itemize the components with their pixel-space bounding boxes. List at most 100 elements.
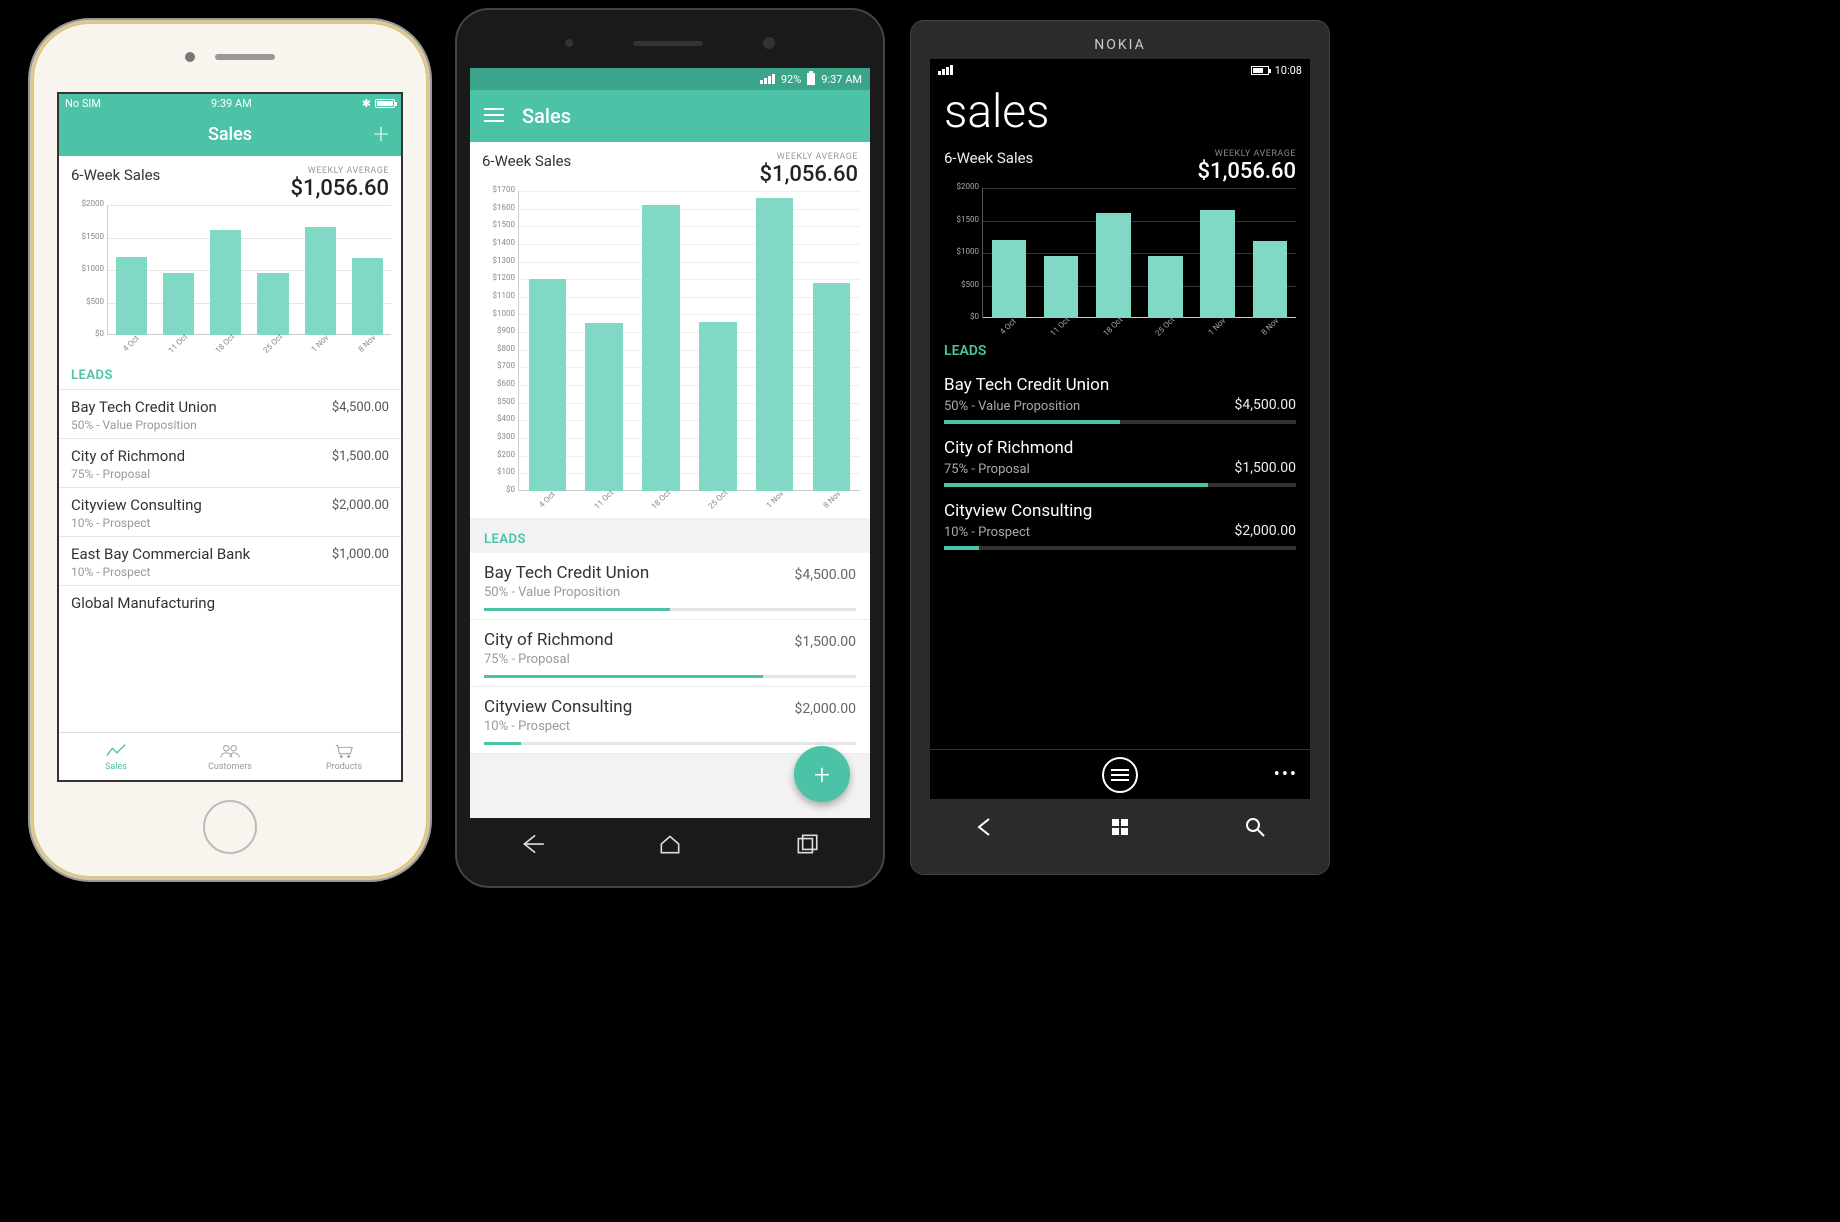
ios-tab-bar: Sales Customers Products	[59, 732, 401, 780]
chart-ytick: $1300	[481, 256, 515, 265]
chart-ytick: $800	[481, 344, 515, 353]
chart-header: 6-Week Sales WEEKLY AVERAGE $1,056.60	[944, 149, 1296, 188]
back-button[interactable]	[520, 831, 546, 861]
lead-amount: $4,500.00	[1234, 397, 1296, 413]
android-nav-bar	[465, 818, 875, 874]
ios-status-bar: No SIM 9:39 AM ✱	[59, 94, 401, 112]
chart-header: 6-Week Sales WEEKLY AVERAGE $1,056.60	[470, 142, 870, 191]
more-button[interactable]: •••	[1274, 764, 1298, 785]
tab-sales[interactable]: Sales	[59, 733, 173, 780]
people-icon	[219, 742, 241, 760]
chart-ytick: $300	[481, 432, 515, 441]
iphone-device-frame: No SIM 9:39 AM ✱ Sales + 6-Week Sales WE…	[30, 20, 430, 880]
add-button[interactable]: +	[373, 120, 389, 148]
page-title: Sales	[208, 124, 252, 145]
battery-icon	[375, 99, 395, 108]
recents-button[interactable]	[794, 831, 820, 861]
weekly-average-value: $1,056.60	[1197, 159, 1296, 184]
lead-progress	[484, 608, 856, 611]
chart-bar	[116, 257, 147, 335]
chart-ytick: $100	[481, 467, 515, 476]
front-camera	[185, 52, 195, 62]
lead-row[interactable]: Bay Tech Credit Union$4,500.0050% - Valu…	[59, 389, 401, 438]
android-device-frame: 92% 9:37 AM Sales 6-Week Sales WEEKLY AV…	[455, 8, 885, 888]
home-button[interactable]	[657, 831, 683, 861]
search-button[interactable]	[1243, 815, 1267, 843]
page-title: sales	[930, 81, 1310, 149]
lead-amount: $2,000.00	[1234, 523, 1296, 539]
lead-row[interactable]: City of Richmond75% - Proposal$1,500.00	[470, 620, 870, 687]
lead-row[interactable]: Global Manufacturing	[59, 585, 401, 618]
lead-row[interactable]: City of Richmond 75% - Proposal $1,500.00	[944, 430, 1296, 493]
chart-ytick: $500	[481, 397, 515, 406]
lead-name: City of Richmond	[944, 438, 1296, 458]
chart-bar	[992, 240, 1026, 318]
chart-line-icon	[105, 742, 127, 760]
menu-icon	[1111, 768, 1129, 782]
menu-icon[interactable]	[484, 104, 504, 128]
lead-row[interactable]: Cityview Consulting$2,000.0010% - Prospe…	[59, 487, 401, 536]
tab-customers[interactable]: Customers	[173, 733, 287, 780]
chart-ytick: $0	[945, 312, 979, 321]
chart-ytick: $900	[481, 326, 515, 335]
chart-bar	[163, 273, 194, 335]
status-icons: ✱	[362, 97, 395, 110]
menu-button[interactable]	[1102, 757, 1138, 793]
lead-stage: 10% - Prospect	[71, 516, 389, 530]
lead-row[interactable]: City of Richmond$1,500.0075% - Proposal	[59, 438, 401, 487]
tab-label: Products	[326, 762, 362, 772]
chart-bar	[1253, 241, 1287, 318]
chart-ytick: $1200	[481, 273, 515, 282]
wp-nav-bar	[917, 799, 1323, 859]
chart-bar	[813, 283, 851, 491]
status-time: 9:37 AM	[821, 73, 862, 86]
home-button[interactable]	[203, 800, 257, 854]
lead-row[interactable]: Cityview Consulting10% - Prospect$2,000.…	[470, 687, 870, 754]
chart-bar	[585, 323, 623, 491]
lead-amount: $2,000.00	[794, 701, 856, 717]
phone-speaker	[215, 54, 275, 60]
chart-ytick: $600	[481, 379, 515, 388]
lead-amount: $4,500.00	[332, 400, 389, 415]
lead-row[interactable]: Cityview Consulting10% - Prospect$2,000.…	[944, 493, 1296, 556]
chart-bar	[1200, 210, 1234, 318]
chart-title: 6-Week Sales	[482, 152, 571, 170]
android-screen: 92% 9:37 AM Sales 6-Week Sales WEEKLY AV…	[470, 68, 870, 818]
status-time: 9:39 AM	[211, 97, 252, 110]
lead-amount: $1,500.00	[332, 449, 389, 464]
chart-bar	[756, 198, 794, 491]
lead-stage: 50% - Value Proposition	[944, 399, 1080, 414]
leads-header: LEADS	[470, 518, 870, 553]
lead-name: Cityview Consulting	[944, 501, 1296, 521]
chart-ytick: $0	[70, 329, 104, 338]
lead-name: Global Manufacturing	[71, 594, 215, 612]
iphone-screen: No SIM 9:39 AM ✱ Sales + 6-Week Sales WE…	[57, 92, 403, 782]
weekly-average-value: $1,056.60	[759, 162, 858, 187]
chart-bar	[699, 322, 737, 491]
lead-row[interactable]: Bay Tech Credit Union50% - Value Proposi…	[470, 553, 870, 620]
sales-chart: $2000$1500$1000$500$04 Oct11 Oct18 Oct25…	[59, 205, 401, 354]
chart-bar	[529, 279, 567, 491]
back-button[interactable]	[973, 815, 997, 843]
lead-progress	[944, 546, 1296, 550]
signal-icon	[938, 65, 953, 75]
chart-ytick: $200	[481, 450, 515, 459]
chart-ytick: $1100	[481, 291, 515, 300]
lead-stage: 75% - Proposal	[944, 462, 1030, 477]
lead-amount: $1,500.00	[1234, 460, 1296, 476]
chart-ytick: $1500	[70, 232, 104, 241]
battery-pct: 92%	[781, 73, 801, 86]
wp-app-bar: •••	[930, 749, 1310, 799]
chart-bar	[305, 227, 336, 335]
battery-icon	[807, 73, 815, 85]
lead-row[interactable]: East Bay Commercial Bank$1,000.0010% - P…	[59, 536, 401, 585]
leads-header: LEADS	[59, 354, 401, 389]
lead-row[interactable]: Bay Tech Credit Union50% - Value Proposi…	[944, 367, 1296, 430]
tab-products[interactable]: Products	[287, 733, 401, 780]
lead-stage: 75% - Proposal	[484, 652, 856, 667]
lead-progress	[484, 675, 856, 678]
chart-ytick: $1000	[481, 309, 515, 318]
windows-button[interactable]	[1108, 815, 1132, 843]
chart-title: 6-Week Sales	[71, 166, 160, 184]
fab-add-button[interactable]: +	[794, 746, 850, 802]
